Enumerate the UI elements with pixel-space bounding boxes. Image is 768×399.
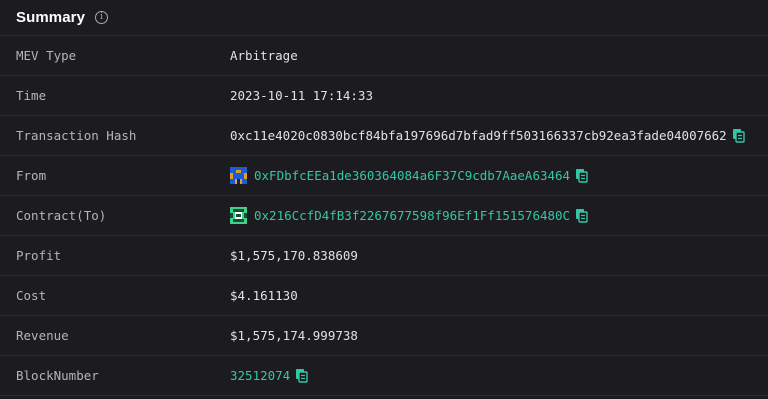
from-container: 0xFDbfcEEa1de360364084a6F37C9cdb7AaeA634… <box>230 167 589 184</box>
copy-icon[interactable] <box>732 128 746 143</box>
row-mev-type: MEV Type Arbitrage <box>0 36 768 76</box>
row-revenue: Revenue $1,575,174.999738 <box>0 316 768 356</box>
from-address-link[interactable]: 0xFDbfcEEa1de360364084a6F37C9cdb7AaeA634… <box>254 168 570 183</box>
cost-label: Cost <box>16 288 47 303</box>
time-value: 2023-10-11 17:14:33 <box>230 88 373 103</box>
row-transaction-hash: Transaction Hash 0xc11e4020c0830bcf84bfa… <box>0 116 768 156</box>
profit-value: $1,575,170.838609 <box>230 248 358 263</box>
row-block-number: BlockNumber 32512074 <box>0 356 768 396</box>
row-from: From 0xFDbfcEEa1de360364084a6F37C9cdb7Aa… <box>0 156 768 196</box>
profit-label: Profit <box>16 248 62 263</box>
copy-icon[interactable] <box>575 208 589 223</box>
time-label: Time <box>16 88 47 103</box>
revenue-value: $1,575,174.999738 <box>230 328 358 343</box>
transaction-hash-value: 0xc11e4020c0830bcf84bfa197696d7bfad9ff50… <box>230 128 727 143</box>
contract-address-link[interactable]: 0x216CcfD4fB3f2267677598f96Ef1Ff15157648… <box>254 208 570 223</box>
info-icon[interactable]: i <box>95 11 109 24</box>
from-label: From <box>16 168 47 183</box>
cost-value: $4.161130 <box>230 288 298 303</box>
row-profit: Profit $1,575,170.838609 <box>0 236 768 276</box>
row-cost: Cost $4.161130 <box>0 276 768 316</box>
copy-icon[interactable] <box>575 168 589 183</box>
contract-container: 0x216CcfD4fB3f2267677598f96Ef1Ff15157648… <box>230 207 589 224</box>
revenue-label: Revenue <box>16 328 69 343</box>
row-contract: Contract(To) 0x216CcfD4fB3f2267677598f96… <box>0 196 768 236</box>
contract-label: Contract(To) <box>16 208 107 223</box>
transaction-hash-label: Transaction Hash <box>16 128 137 143</box>
mev-type-value: Arbitrage <box>230 48 298 63</box>
block-number-link[interactable]: 32512074 <box>230 368 290 383</box>
block-number-container: 32512074 <box>230 368 309 383</box>
summary-title: Summary <box>16 9 86 26</box>
identicon-avatar-icon <box>230 207 247 224</box>
mev-type-label: MEV Type <box>16 48 77 63</box>
summary-panel: Summary i MEV Type Arbitrage Time 2023-1… <box>0 0 768 399</box>
row-time: Time 2023-10-11 17:14:33 <box>0 76 768 116</box>
block-number-label: BlockNumber <box>16 368 99 383</box>
copy-icon[interactable] <box>295 368 309 383</box>
identicon-avatar-icon <box>230 167 247 184</box>
summary-header: Summary i <box>0 0 768 36</box>
transaction-hash-container: 0xc11e4020c0830bcf84bfa197696d7bfad9ff50… <box>230 128 746 143</box>
